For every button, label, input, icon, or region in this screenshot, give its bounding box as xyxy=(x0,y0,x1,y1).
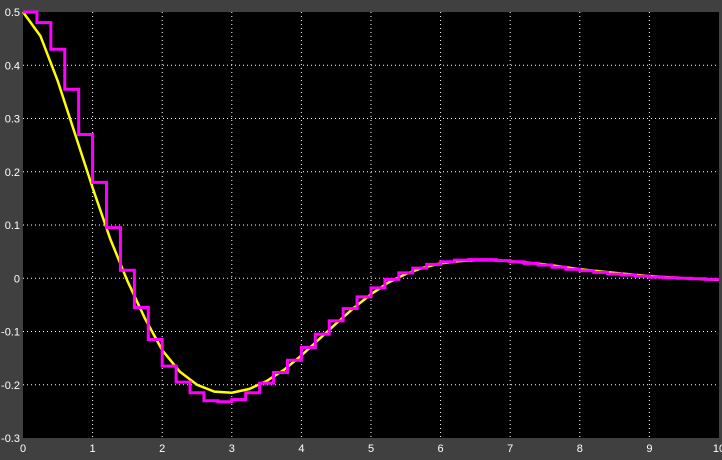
y-tick-label: 0.3 xyxy=(5,114,20,126)
x-tick-label: 4 xyxy=(298,443,304,455)
x-tick-label: 6 xyxy=(438,443,444,455)
x-tick-label: 0 xyxy=(20,443,26,455)
y-tick-label: 0.2 xyxy=(5,167,20,179)
x-tick-label: 3 xyxy=(229,443,235,455)
x-axis-ticks: 0 1 2 3 4 5 6 7 8 9 10 xyxy=(20,443,722,455)
scope-window: 0 1 2 3 4 5 6 7 8 9 10 0.5 0.4 0.3 0.2 0.1 0 -0.1 -0.2 -0.… xyxy=(0,0,722,460)
y-tick-label: 0.1 xyxy=(5,220,20,232)
scope-chart: 0 1 2 3 4 5 6 7 8 9 10 0.5 0.4 0.3 0.2 0.1 0 -0.1 -0.2 -0.… xyxy=(1,7,722,455)
x-tick-label: 1 xyxy=(90,443,96,455)
x-tick-label: 7 xyxy=(507,443,513,455)
y-tick-label: 0 xyxy=(14,273,20,285)
y-tick-label: -0.1 xyxy=(1,327,20,339)
y-axis-ticks: 0.5 0.4 0.3 0.2 0.1 0 -0.1 -0.2 -0.3 xyxy=(1,7,20,445)
y-tick-label: -0.2 xyxy=(1,380,20,392)
y-tick-label: -0.3 xyxy=(1,433,20,445)
x-tick-label: 8 xyxy=(577,443,583,455)
x-tick-label: 9 xyxy=(646,443,652,455)
y-tick-label: 0.4 xyxy=(5,60,20,72)
x-tick-label: 5 xyxy=(368,443,374,455)
y-tick-label: 0.5 xyxy=(5,7,20,19)
x-tick-label: 10 xyxy=(713,443,722,455)
x-tick-label: 2 xyxy=(159,443,165,455)
